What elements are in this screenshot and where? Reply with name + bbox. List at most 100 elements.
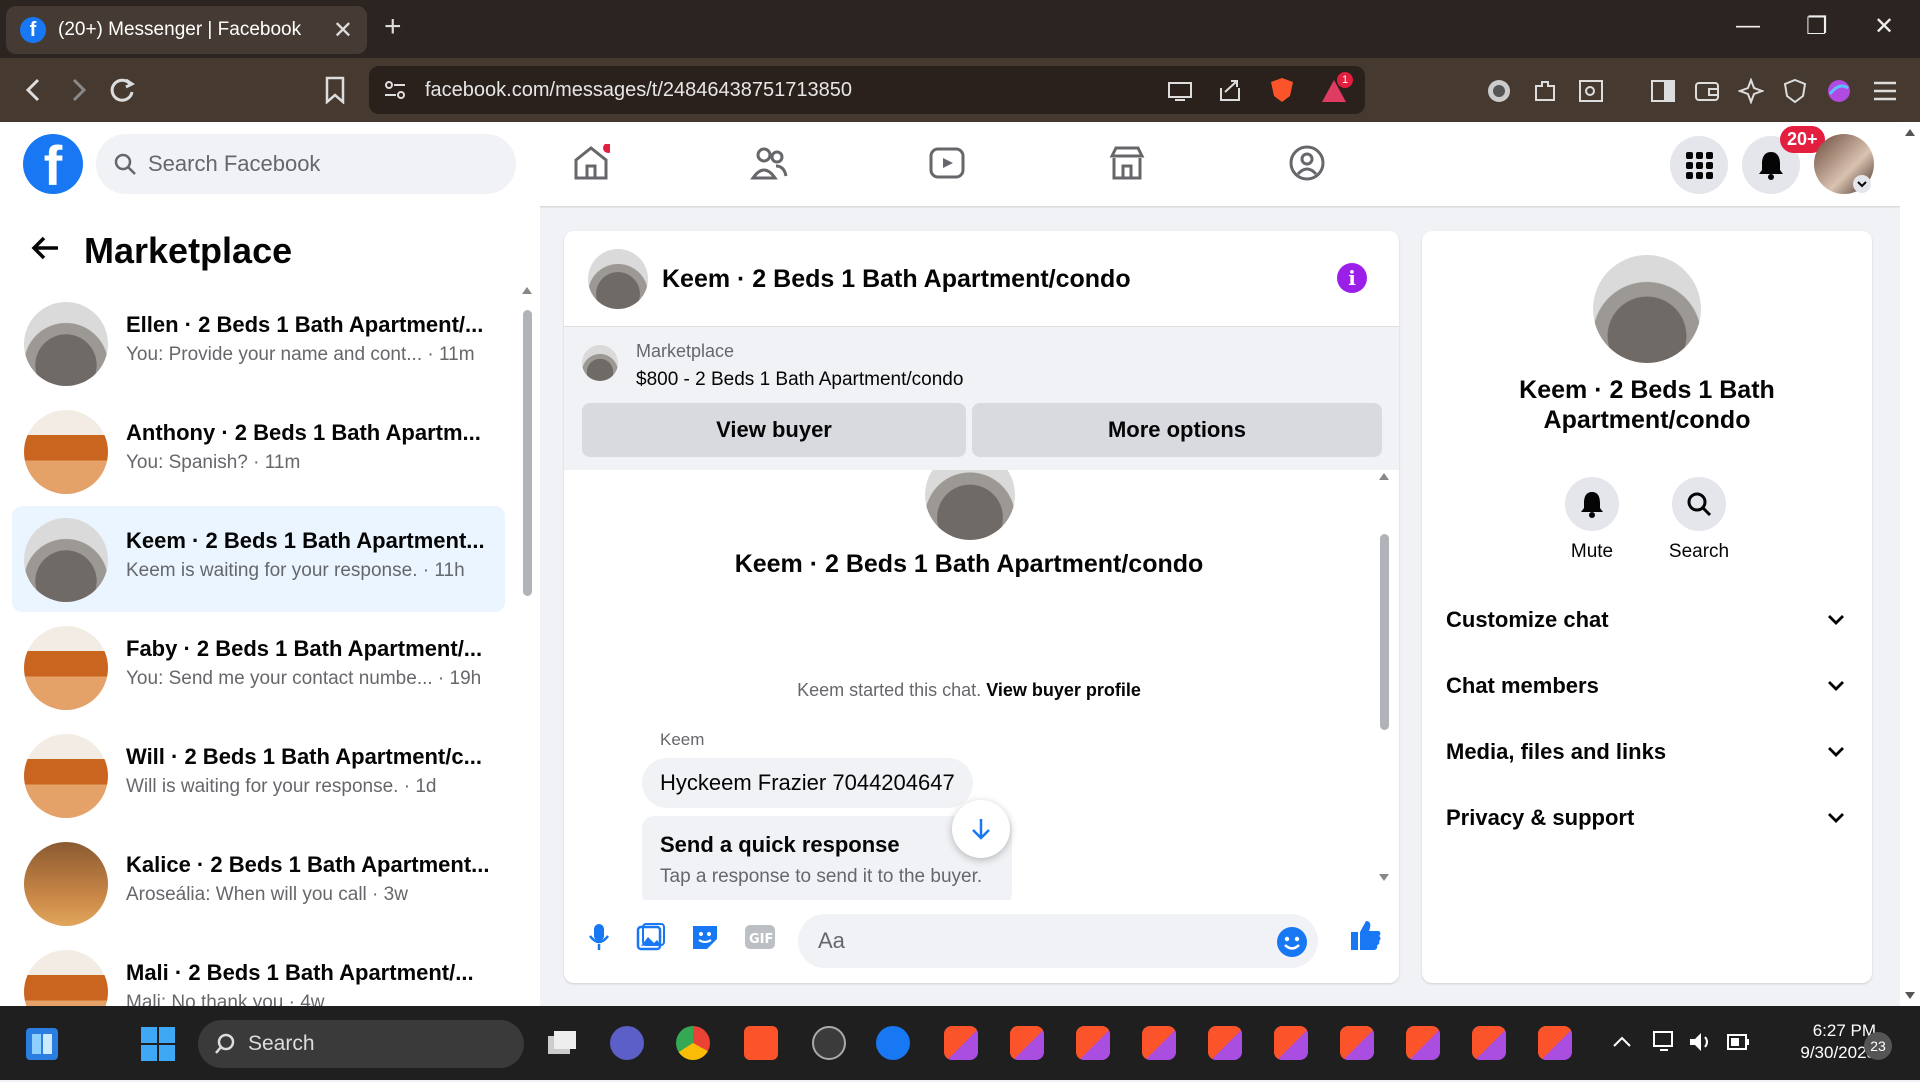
- quick-response-subtitle: Tap a response to send it to the buyer.: [660, 866, 983, 887]
- scroll-up-icon[interactable]: [521, 284, 533, 296]
- menu-grid-button[interactable]: [1670, 136, 1728, 194]
- brave-window-icon[interactable]: [1406, 1026, 1440, 1060]
- details-section-row[interactable]: Chat members: [1446, 673, 1846, 699]
- page-scroll-down-icon[interactable]: [1904, 990, 1916, 1002]
- tab-close-icon[interactable]: ✕: [333, 16, 353, 45]
- chat-scrollbar-thumb[interactable]: [1380, 534, 1389, 730]
- notification-center-badge[interactable]: 23: [1864, 1032, 1892, 1060]
- brave-window-icon[interactable]: [1340, 1026, 1374, 1060]
- microphone-icon[interactable]: [586, 922, 612, 952]
- brave-window-icon[interactable]: [1274, 1026, 1308, 1060]
- sticker-icon[interactable]: [690, 922, 720, 952]
- account-chevron-icon[interactable]: [1852, 174, 1872, 194]
- mute-action[interactable]: Mute: [1537, 477, 1647, 563]
- brave-shields-icon[interactable]: [1269, 76, 1295, 104]
- chevron-down-icon: [1828, 747, 1844, 757]
- home-icon[interactable]: [572, 144, 610, 182]
- chat-scroll-up-icon[interactable]: [1378, 470, 1390, 482]
- tab-messenger[interactable]: f (20+) Messenger | Facebook ✕: [6, 6, 367, 54]
- brave-window-icon[interactable]: [1142, 1026, 1176, 1060]
- details-section-row[interactable]: Media, files and links: [1446, 739, 1846, 765]
- scrollbar-thumb[interactable]: [523, 310, 532, 596]
- facebook-taskbar-icon[interactable]: [876, 1026, 910, 1060]
- conversation-scrollbar[interactable]: [521, 284, 533, 1079]
- taskbar-search[interactable]: Search: [198, 1020, 524, 1068]
- video-icon[interactable]: [928, 144, 966, 182]
- brave-window-icon[interactable]: [1538, 1026, 1572, 1060]
- windows-start-icon[interactable]: [140, 1026, 176, 1062]
- reload-icon[interactable]: [108, 76, 136, 104]
- listing-title[interactable]: $800 - 2 Beds 1 Bath Apartment/condo: [636, 369, 963, 391]
- marketplace-icon[interactable]: [1108, 144, 1146, 182]
- conversation-item[interactable]: Faby · 2 Beds 1 Bath Apartment/... You: S…: [12, 614, 505, 720]
- page-scroll-up-icon[interactable]: [1904, 126, 1916, 138]
- maximize-button[interactable]: ❐: [1806, 12, 1828, 41]
- details-avatar[interactable]: [1593, 255, 1701, 363]
- volume-icon[interactable]: [1688, 1030, 1714, 1054]
- conversation-item[interactable]: Ellen · 2 Beds 1 Bath Apartment/... You: …: [12, 290, 505, 396]
- groups-icon[interactable]: [1288, 144, 1326, 182]
- conversation-item[interactable]: Anthony · 2 Beds 1 Bath Apartm... You: Sp…: [12, 398, 505, 504]
- vpn-icon[interactable]: [1782, 78, 1808, 104]
- brave-window-icon[interactable]: [944, 1026, 978, 1060]
- info-icon[interactable]: i: [1337, 263, 1367, 293]
- task-view-icon[interactable]: [546, 1028, 580, 1058]
- back-arrow-icon[interactable]: [30, 232, 62, 264]
- facebook-logo-icon[interactable]: f: [23, 134, 83, 194]
- conversation-item[interactable]: Keem · 2 Beds 1 Bath Apartment... Keem is…: [12, 506, 505, 612]
- message-input[interactable]: Aa: [798, 914, 1318, 968]
- chat-title[interactable]: Keem · 2 Beds 1 Bath Apartment/condo: [662, 265, 1131, 294]
- scroll-to-bottom-button[interactable]: [952, 800, 1010, 858]
- address-bar[interactable]: facebook.com/messages/t/2484643875171385…: [369, 66, 1365, 114]
- forward-icon[interactable]: [66, 76, 90, 104]
- battery-icon[interactable]: [1724, 1030, 1750, 1054]
- reader-mode-icon[interactable]: [1578, 78, 1604, 104]
- minimize-button[interactable]: —: [1736, 12, 1760, 40]
- cast-icon[interactable]: [1167, 80, 1193, 102]
- profile-icon[interactable]: [1826, 78, 1852, 104]
- chat-avatar[interactable]: [588, 249, 648, 309]
- chat-scroll-down-icon[interactable]: [1378, 872, 1390, 884]
- photo-icon[interactable]: [636, 922, 666, 952]
- emoji-icon[interactable]: [1276, 926, 1308, 958]
- network-icon[interactable]: [1652, 1030, 1678, 1054]
- brave-window-icon[interactable]: [1076, 1026, 1110, 1060]
- sidebar-icon[interactable]: [1650, 78, 1676, 104]
- message-bubble[interactable]: Hyckeem Frazier 7044204647: [642, 758, 973, 808]
- details-section-row[interactable]: Privacy & support: [1446, 805, 1846, 831]
- system-clock[interactable]: 6:27 PM 9/30/2025: [1756, 1020, 1876, 1064]
- chat-scrollbar[interactable]: [1376, 470, 1392, 890]
- gif-icon[interactable]: GIF: [744, 922, 776, 952]
- site-settings-icon[interactable]: [383, 80, 407, 100]
- conversation-item[interactable]: Kalice · 2 Beds 1 Bath Apartment... Arose…: [12, 830, 505, 936]
- friends-icon[interactable]: [750, 144, 788, 182]
- more-options-button[interactable]: More options: [972, 403, 1382, 457]
- share-icon[interactable]: [1217, 78, 1243, 102]
- window-close-button[interactable]: ✕: [1874, 12, 1894, 41]
- widgets-icon[interactable]: [24, 1026, 60, 1062]
- wallet-icon[interactable]: [1694, 78, 1720, 104]
- leo-ai-icon[interactable]: [1738, 78, 1764, 104]
- bookmark-icon[interactable]: [324, 76, 346, 104]
- menu-icon[interactable]: [1872, 78, 1898, 104]
- teams-icon[interactable]: [610, 1026, 644, 1060]
- like-thumb-icon[interactable]: [1348, 918, 1382, 952]
- details-section-row[interactable]: Customize chat: [1446, 607, 1846, 633]
- record-icon[interactable]: [1486, 78, 1512, 104]
- brave-window-icon[interactable]: [1010, 1026, 1044, 1060]
- conversation-item[interactable]: Will · 2 Beds 1 Bath Apartment/c... Will …: [12, 722, 505, 828]
- new-tab-button[interactable]: +: [384, 12, 402, 42]
- view-buyer-profile-link[interactable]: View buyer profile: [986, 680, 1141, 700]
- search-facebook-input[interactable]: Search Facebook: [96, 134, 516, 194]
- back-icon[interactable]: [22, 76, 46, 104]
- chrome-icon[interactable]: [676, 1026, 710, 1060]
- extensions-icon[interactable]: [1532, 78, 1558, 104]
- page-scrollbar[interactable]: [1900, 122, 1920, 1006]
- brave-window-icon[interactable]: [1208, 1026, 1242, 1060]
- show-hidden-icons-chevron[interactable]: [1612, 1034, 1632, 1048]
- brave-icon[interactable]: [744, 1026, 778, 1060]
- view-buyer-button[interactable]: View buyer: [582, 403, 966, 457]
- brave-window-icon[interactable]: [1472, 1026, 1506, 1060]
- search-action[interactable]: Search: [1644, 477, 1754, 563]
- app-icon[interactable]: [812, 1026, 846, 1060]
